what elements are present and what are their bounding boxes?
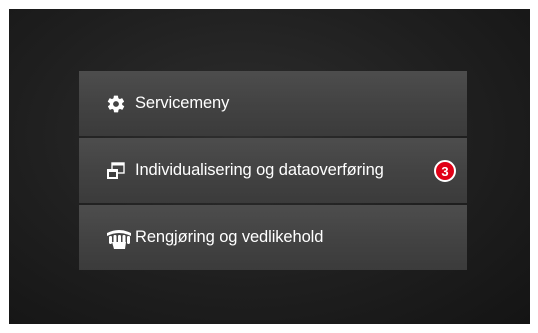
notification-badge: 3 <box>434 160 456 182</box>
menu-item-servicemeny[interactable]: Servicemeny <box>79 71 467 136</box>
windows-transfer-icon <box>105 160 127 182</box>
menu-item-label: Servicemeny <box>135 94 230 112</box>
cleaning-hand-icon <box>103 227 135 249</box>
gear-icon <box>105 93 127 115</box>
menu-item-label: Rengjøring og vedlikehold <box>135 228 324 246</box>
service-menu-list: Servicemeny Individualisering og dataove… <box>79 71 467 272</box>
menu-item-individualisering[interactable]: Individualisering og dataoverføring 3 <box>79 138 467 203</box>
menu-item-label: Individualisering og dataoverføring <box>135 161 384 179</box>
menu-item-rengjoring[interactable]: Rengjøring og vedlikehold <box>79 205 467 270</box>
screen-panel: Servicemeny Individualisering og dataove… <box>9 9 530 324</box>
